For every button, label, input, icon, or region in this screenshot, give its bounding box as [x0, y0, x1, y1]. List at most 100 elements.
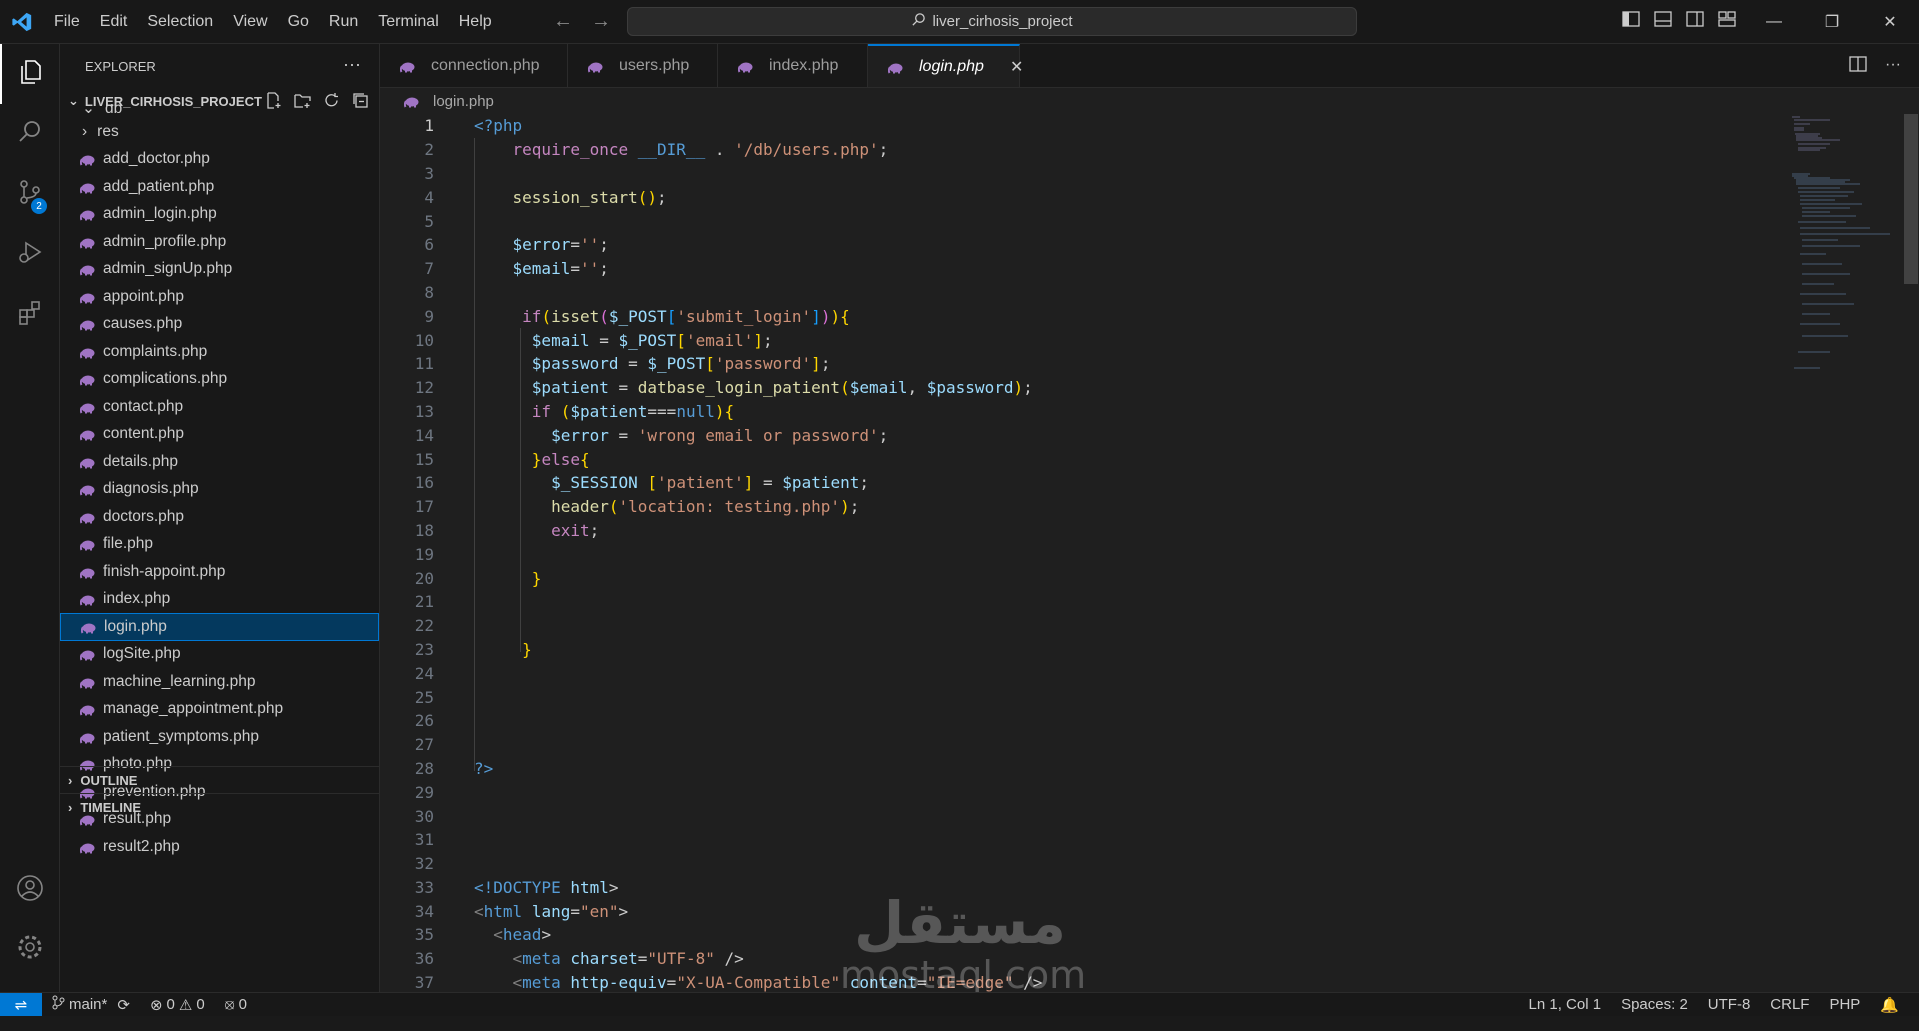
- code-line[interactable]: 32: [380, 852, 1780, 876]
- file-item[interactable]: complaints.php: [60, 338, 379, 366]
- customize-layout-icon[interactable]: [1718, 11, 1736, 32]
- run-debug-activity[interactable]: [0, 224, 59, 284]
- code-line[interactable]: 6 $error='';: [380, 233, 1780, 257]
- code-line[interactable]: 35 <head>: [380, 923, 1780, 947]
- cursor-position[interactable]: Ln 1, Col 1: [1519, 996, 1612, 1013]
- breadcrumb-file[interactable]: login.php: [433, 93, 494, 110]
- file-item[interactable]: details.php: [60, 448, 379, 476]
- tab-login[interactable]: login.php ✕: [868, 44, 1023, 87]
- code-line[interactable]: 14 $error = 'wrong email or password';: [380, 423, 1780, 447]
- code-line[interactable]: 23 }: [380, 638, 1780, 662]
- code-line[interactable]: 9 if(isset($_POST['submit_login'])){: [380, 304, 1780, 328]
- code-line[interactable]: 15 }else{: [380, 447, 1780, 471]
- restore-icon[interactable]: ❐: [1803, 0, 1861, 43]
- command-center-search[interactable]: liver_cirhosis_project: [627, 7, 1357, 36]
- file-item[interactable]: logSite.php: [60, 641, 379, 669]
- menu-view[interactable]: View: [223, 0, 277, 43]
- close-window-icon[interactable]: ✕: [1861, 0, 1919, 43]
- code-line[interactable]: 24: [380, 661, 1780, 685]
- language-mode[interactable]: PHP: [1819, 996, 1870, 1013]
- code-line[interactable]: 5: [380, 209, 1780, 233]
- explorer-activity[interactable]: [0, 44, 59, 104]
- menu-run[interactable]: Run: [319, 0, 368, 43]
- code-line[interactable]: 29: [380, 780, 1780, 804]
- code-line[interactable]: 13 if ($patient===null){: [380, 400, 1780, 424]
- split-editor-icon[interactable]: [1849, 56, 1867, 77]
- code-line[interactable]: 4 session_start();: [380, 185, 1780, 209]
- code-line[interactable]: 28 ?>: [380, 757, 1780, 781]
- extensions-activity[interactable]: [0, 284, 59, 344]
- file-item[interactable]: admin_profile.php: [60, 228, 379, 256]
- file-item[interactable]: manage_appointment.php: [60, 696, 379, 724]
- code-line[interactable]: 12 $patient = datbase_login_patient($ema…: [380, 376, 1780, 400]
- code-line[interactable]: 18 exit;: [380, 519, 1780, 543]
- menu-selection[interactable]: Selection: [137, 0, 223, 43]
- file-item[interactable]: patient_symptoms.php: [60, 723, 379, 751]
- code-line[interactable]: 25: [380, 685, 1780, 709]
- menu-edit[interactable]: Edit: [90, 0, 138, 43]
- more-actions-icon[interactable]: ···: [1885, 56, 1901, 77]
- forward-arrow-icon[interactable]: →: [591, 10, 611, 33]
- manage-activity[interactable]: [0, 919, 59, 979]
- menu-terminal[interactable]: Terminal: [368, 0, 448, 43]
- file-item[interactable]: login.php: [60, 613, 379, 641]
- file-item[interactable]: result2.php: [60, 833, 379, 861]
- file-item[interactable]: complications.php: [60, 366, 379, 394]
- toggle-secondary-sidebar-icon[interactable]: [1686, 11, 1704, 32]
- accounts-activity[interactable]: [0, 860, 59, 920]
- tab-index[interactable]: index.php: [718, 44, 868, 87]
- timeline-section[interactable]: › TIMELINE: [60, 793, 379, 820]
- code-editor[interactable]: 1 <?php 2 require_once __DIR__ . '/db/user…: [380, 114, 1780, 992]
- editor-scrollbar[interactable]: [1904, 114, 1918, 284]
- code-line[interactable]: 7 $email='';: [380, 257, 1780, 281]
- problems-status[interactable]: ⊗ 0 ⚠ 0: [140, 996, 215, 1014]
- menu-file[interactable]: File: [44, 0, 90, 43]
- minimize-icon[interactable]: —: [1745, 0, 1803, 43]
- file-item[interactable]: finish-appoint.php: [60, 558, 379, 586]
- file-item[interactable]: doctors.php: [60, 503, 379, 531]
- code-line[interactable]: 20 }: [380, 566, 1780, 590]
- file-item[interactable]: machine_learning.php: [60, 668, 379, 696]
- code-line[interactable]: 19: [380, 542, 1780, 566]
- end-of-line[interactable]: CRLF: [1760, 996, 1819, 1013]
- notifications-bell-icon[interactable]: 🔔: [1870, 996, 1909, 1014]
- code-line[interactable]: 30: [380, 804, 1780, 828]
- code-line[interactable]: 2 require_once __DIR__ . '/db/users.php'…: [380, 138, 1780, 162]
- file-item[interactable]: causes.php: [60, 311, 379, 339]
- indentation[interactable]: Spaces: 2: [1611, 996, 1698, 1013]
- file-item[interactable]: diagnosis.php: [60, 476, 379, 504]
- close-tab-icon[interactable]: ✕: [1010, 57, 1023, 77]
- code-line[interactable]: 27: [380, 733, 1780, 757]
- code-line[interactable]: 33 <!DOCTYPE html>: [380, 876, 1780, 900]
- folder-res[interactable]: › res: [60, 118, 379, 146]
- code-line[interactable]: 26: [380, 709, 1780, 733]
- menu-go[interactable]: Go: [278, 0, 319, 43]
- encoding[interactable]: UTF-8: [1698, 996, 1761, 1013]
- file-item[interactable]: appoint.php: [60, 283, 379, 311]
- toggle-panel-icon[interactable]: [1654, 11, 1672, 32]
- branch-status[interactable]: main* ⟳: [42, 995, 140, 1014]
- code-line[interactable]: 3: [380, 162, 1780, 186]
- tab-users[interactable]: users.php: [568, 44, 718, 87]
- code-line[interactable]: 16 $_SESSION ['patient'] = $patient;: [380, 471, 1780, 495]
- more-actions-icon[interactable]: ···: [343, 54, 361, 75]
- search-activity[interactable]: [0, 104, 59, 164]
- code-line[interactable]: 10 $email = $_POST['email'];: [380, 328, 1780, 352]
- tab-connection[interactable]: connection.php: [380, 44, 568, 87]
- ports-status[interactable]: ⦻ 0: [215, 996, 257, 1013]
- back-arrow-icon[interactable]: ←: [553, 10, 573, 33]
- code-line[interactable]: 1 <?php: [380, 114, 1780, 138]
- menu-help[interactable]: Help: [449, 0, 502, 43]
- file-item[interactable]: add_patient.php: [60, 173, 379, 201]
- code-line[interactable]: 17 header('location: testing.php');: [380, 495, 1780, 519]
- file-item[interactable]: content.php: [60, 421, 379, 449]
- sync-icon[interactable]: ⟳: [117, 996, 130, 1014]
- outline-section[interactable]: › OUTLINE: [60, 766, 379, 793]
- file-item[interactable]: result3.php: [60, 861, 379, 865]
- code-line[interactable]: 21: [380, 590, 1780, 614]
- code-line[interactable]: 31: [380, 828, 1780, 852]
- code-line[interactable]: 34 <html lang="en">: [380, 899, 1780, 923]
- minimap[interactable]: [1790, 114, 1900, 434]
- file-item[interactable]: file.php: [60, 531, 379, 559]
- toggle-primary-sidebar-icon[interactable]: [1622, 11, 1640, 32]
